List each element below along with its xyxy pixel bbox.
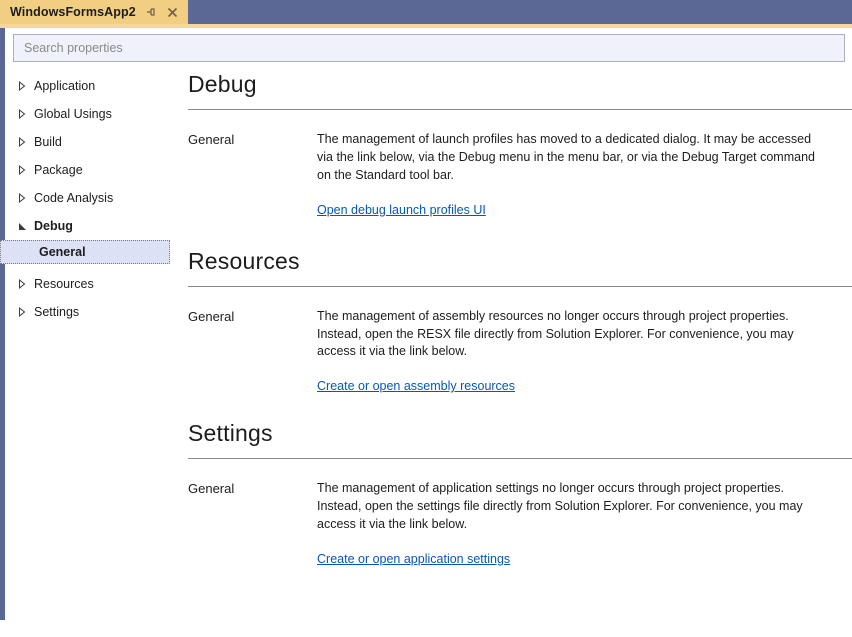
property-body: The management of assembly resources no … — [317, 308, 817, 395]
chevron-down-icon — [15, 219, 29, 233]
tab-windowsformsapp2[interactable]: WindowsFormsApp2 — [0, 0, 188, 24]
properties-content: Debug General The management of launch p… — [188, 71, 852, 632]
search-input[interactable] — [13, 34, 845, 62]
tab-title: WindowsFormsApp2 — [10, 5, 136, 19]
sidebar-item-debug-general[interactable]: General — [0, 240, 170, 264]
sidebar-item-application[interactable]: Application — [5, 72, 185, 100]
sidebar-item-settings[interactable]: Settings — [5, 298, 185, 326]
section-divider — [188, 458, 852, 460]
section-heading: Resources — [188, 247, 300, 274]
section-heading: Debug — [188, 71, 257, 97]
property-label: General — [188, 481, 235, 497]
sidebar-item-debug[interactable]: Debug — [5, 212, 185, 240]
create-or-open-assembly-resources-link[interactable]: Create or open assembly resources — [317, 379, 515, 393]
sidebar-item-label: Settings — [34, 305, 80, 319]
sidebar-item-label: Code Analysis — [34, 191, 114, 205]
sidebar-item-label: Debug — [34, 219, 73, 233]
property-label: General — [188, 132, 235, 148]
property-label: General — [188, 308, 235, 324]
chevron-right-icon — [15, 107, 29, 121]
property-description: The management of launch profiles has mo… — [317, 132, 815, 182]
search-bar — [0, 28, 852, 68]
sidebar-item-global-usings[interactable]: Global Usings — [5, 100, 185, 128]
chevron-right-icon — [15, 277, 29, 291]
property-description: The management of application settings n… — [317, 481, 803, 531]
sidebar-item-label: Application — [34, 79, 96, 93]
sidebar-child-label: General — [39, 245, 86, 259]
property-row: General The management of application se… — [188, 480, 852, 567]
section-divider — [188, 109, 852, 111]
chevron-right-icon — [15, 191, 29, 205]
property-body: The management of launch profiles has mo… — [317, 131, 817, 218]
project-properties-window: WindowsFormsApp2 Application — [0, 0, 852, 637]
sidebar-item-package[interactable]: Package — [5, 156, 185, 184]
sidebar-item-resources[interactable]: Resources — [5, 270, 185, 298]
create-or-open-application-settings-link[interactable]: Create or open application settings — [317, 552, 510, 566]
property-description: The management of assembly resources no … — [317, 308, 794, 359]
chevron-right-icon — [15, 163, 29, 177]
sidebar-item-label: Package — [34, 163, 83, 177]
chevron-right-icon — [15, 305, 29, 319]
property-body: The management of application settings n… — [317, 480, 817, 567]
sidebar-item-label: Build — [34, 135, 62, 149]
open-debug-launch-profiles-link[interactable]: Open debug launch profiles UI — [317, 203, 486, 217]
section-resources: Resources General The management of asse… — [188, 247, 852, 396]
property-row: General The management of launch profile… — [188, 131, 852, 218]
sidebar-item-code-analysis[interactable]: Code Analysis — [5, 184, 185, 212]
sidebar-item-build[interactable]: Build — [5, 128, 185, 156]
sidebar-item-label: Global Usings — [34, 107, 112, 121]
property-row: General The management of assembly resou… — [188, 308, 852, 395]
sidebar-nav: Application Global Usings Build Package — [0, 72, 185, 617]
section-divider — [188, 285, 852, 287]
close-icon[interactable] — [166, 5, 180, 19]
pin-icon[interactable] — [144, 5, 158, 19]
tab-strip: WindowsFormsApp2 — [0, 0, 852, 24]
chevron-right-icon — [15, 79, 29, 93]
section-debug: Debug General The management of launch p… — [188, 71, 852, 219]
section-heading: Settings — [188, 420, 273, 447]
chevron-right-icon — [15, 135, 29, 149]
sidebar-item-label: Resources — [34, 277, 94, 291]
section-settings: Settings General The management of appli… — [188, 420, 852, 568]
